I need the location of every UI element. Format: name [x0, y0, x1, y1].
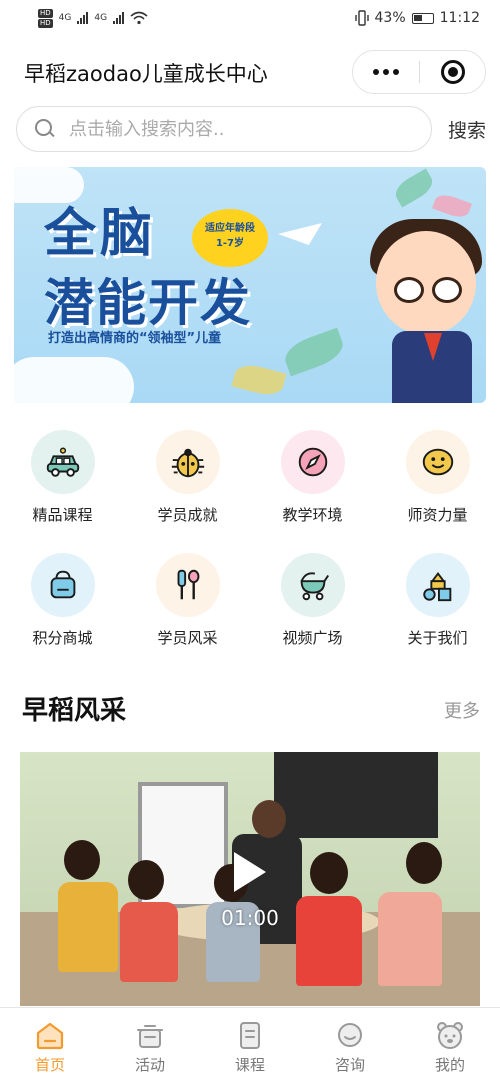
menu-label: 积分商城	[32, 629, 93, 647]
hd-badge-1: HD	[38, 8, 53, 18]
kid-illustration-face	[376, 231, 476, 335]
signal-icon	[113, 12, 125, 24]
title-bar: 早稻zaodao儿童成长中心	[0, 48, 500, 98]
leaf-decoration	[231, 360, 287, 400]
glasses-icon	[432, 277, 462, 303]
basket-icon	[30, 553, 95, 617]
blocks-icon	[405, 553, 470, 617]
more-dots-icon	[373, 69, 379, 75]
search-button[interactable]: 搜索	[448, 116, 486, 143]
search-field[interactable]	[16, 106, 432, 152]
menu-item-environment[interactable]: 教学环境	[250, 430, 375, 525]
wifi-icon	[130, 11, 148, 25]
section-title: 早稻风采	[22, 696, 127, 726]
search-icon	[35, 119, 55, 139]
paper-plane-icon	[278, 223, 322, 245]
banner-subtitle: 打造出高情商的“领袖型”儿童	[48, 331, 222, 346]
signal-icon	[77, 12, 89, 24]
leaf-decoration	[391, 168, 437, 208]
tab-label: 课程	[234, 1056, 265, 1074]
video-scene-head	[128, 860, 164, 900]
mini-program-capsule	[352, 50, 486, 94]
tab-label: 咨询	[334, 1056, 365, 1074]
hd-indicator: HD HD	[38, 8, 53, 28]
banner-headline-2: 潜能开发	[44, 274, 252, 332]
home-icon	[36, 1022, 64, 1050]
battery-icon	[411, 12, 434, 24]
close-button[interactable]	[420, 60, 485, 84]
menu-item-teachers[interactable]: 师资力量	[375, 430, 500, 525]
menu-item-video-square[interactable]: 视频广场	[250, 553, 375, 648]
target-icon	[440, 60, 465, 84]
more-link[interactable]: 更多	[444, 697, 480, 723]
signal-label-1: 4G	[58, 13, 72, 23]
menu-label: 学员成就	[157, 506, 218, 524]
menu-item-about-us[interactable]: 关于我们	[375, 553, 500, 648]
page-title: 早稻zaodao儿童成长中心	[24, 62, 268, 86]
vibrate-icon	[354, 10, 369, 26]
status-bar: HD HD 4G 4G 43% 11:12	[0, 0, 500, 36]
tab-consult[interactable]: 咨询	[300, 1008, 400, 1083]
smiley-icon	[405, 430, 470, 494]
tab-activities[interactable]: 活动	[100, 1008, 200, 1083]
search-bar: 搜索	[0, 104, 500, 154]
compass-icon	[280, 430, 345, 494]
battery-percent: 43%	[374, 10, 406, 26]
video-scene-head	[64, 840, 100, 880]
bottom-tab-bar: 首页 活动 课程 咨询 我的	[0, 1007, 500, 1083]
menu-label: 师资力量	[407, 506, 468, 524]
menu-label: 学员风采	[157, 629, 218, 647]
tab-profile[interactable]: 我的	[400, 1008, 500, 1083]
status-left: HD HD 4G 4G	[38, 8, 148, 28]
more-dots-icon	[383, 69, 389, 75]
stroller-icon	[280, 553, 345, 617]
menu-item-achievements[interactable]: 学员成就	[125, 430, 250, 525]
ladybug-icon	[155, 430, 220, 494]
banner-headline-1: 全脑	[44, 204, 157, 264]
course-icon	[240, 1022, 260, 1049]
video-scene-head	[310, 852, 348, 894]
tab-home[interactable]: 首页	[0, 1008, 100, 1083]
activity-icon	[137, 1025, 163, 1048]
tab-label: 活动	[134, 1056, 165, 1074]
profile-icon	[437, 1022, 463, 1049]
status-right: 43% 11:12	[354, 10, 480, 26]
menu-label: 关于我们	[407, 629, 468, 647]
menu-item-courses[interactable]: 精品课程	[0, 430, 125, 525]
video-player[interactable]: 01:00	[20, 752, 480, 1006]
clock: 11:12	[439, 10, 480, 26]
video-scene-head	[406, 842, 442, 884]
tab-label: 首页	[34, 1056, 65, 1074]
cloud-decoration	[14, 357, 134, 403]
leaf-decoration	[280, 327, 348, 377]
feature-menu: 精品课程 学员成就 教学环境 师资力量 积分商城 学员风采 视频广场 关于我们	[0, 430, 500, 648]
tab-courses[interactable]: 课程	[200, 1008, 300, 1083]
age-badge-line2: 1-7岁	[215, 238, 245, 249]
menu-label: 教学环境	[282, 506, 343, 524]
menu-label: 视频广场	[282, 629, 343, 647]
more-dots-icon	[393, 69, 399, 75]
video-scene-head	[252, 800, 286, 838]
play-icon[interactable]	[234, 852, 266, 892]
glasses-icon	[394, 277, 424, 303]
car-icon	[30, 430, 95, 494]
tab-label: 我的	[434, 1056, 465, 1074]
leaf-decoration	[432, 191, 472, 221]
video-duration: 01:00	[221, 906, 279, 930]
age-badge-line1: 适应年龄段	[205, 223, 255, 234]
chat-icon	[338, 1023, 362, 1047]
more-button[interactable]	[353, 51, 419, 93]
hd-badge-2: HD	[38, 18, 53, 28]
search-input[interactable]	[69, 118, 389, 140]
video-scene-tv	[274, 752, 438, 838]
menu-item-points-mall[interactable]: 积分商城	[0, 553, 125, 648]
menu-label: 精品课程	[32, 506, 93, 524]
age-badge: 适应年龄段 1-7岁	[192, 209, 268, 267]
menu-item-student-showcase[interactable]: 学员风采	[125, 553, 250, 648]
utensils-icon	[155, 553, 220, 617]
signal-label-2: 4G	[94, 13, 108, 23]
promo-banner[interactable]: 全脑 潜能开发 适应年龄段 1-7岁 打造出高情商的“领袖型”儿童	[14, 167, 486, 403]
